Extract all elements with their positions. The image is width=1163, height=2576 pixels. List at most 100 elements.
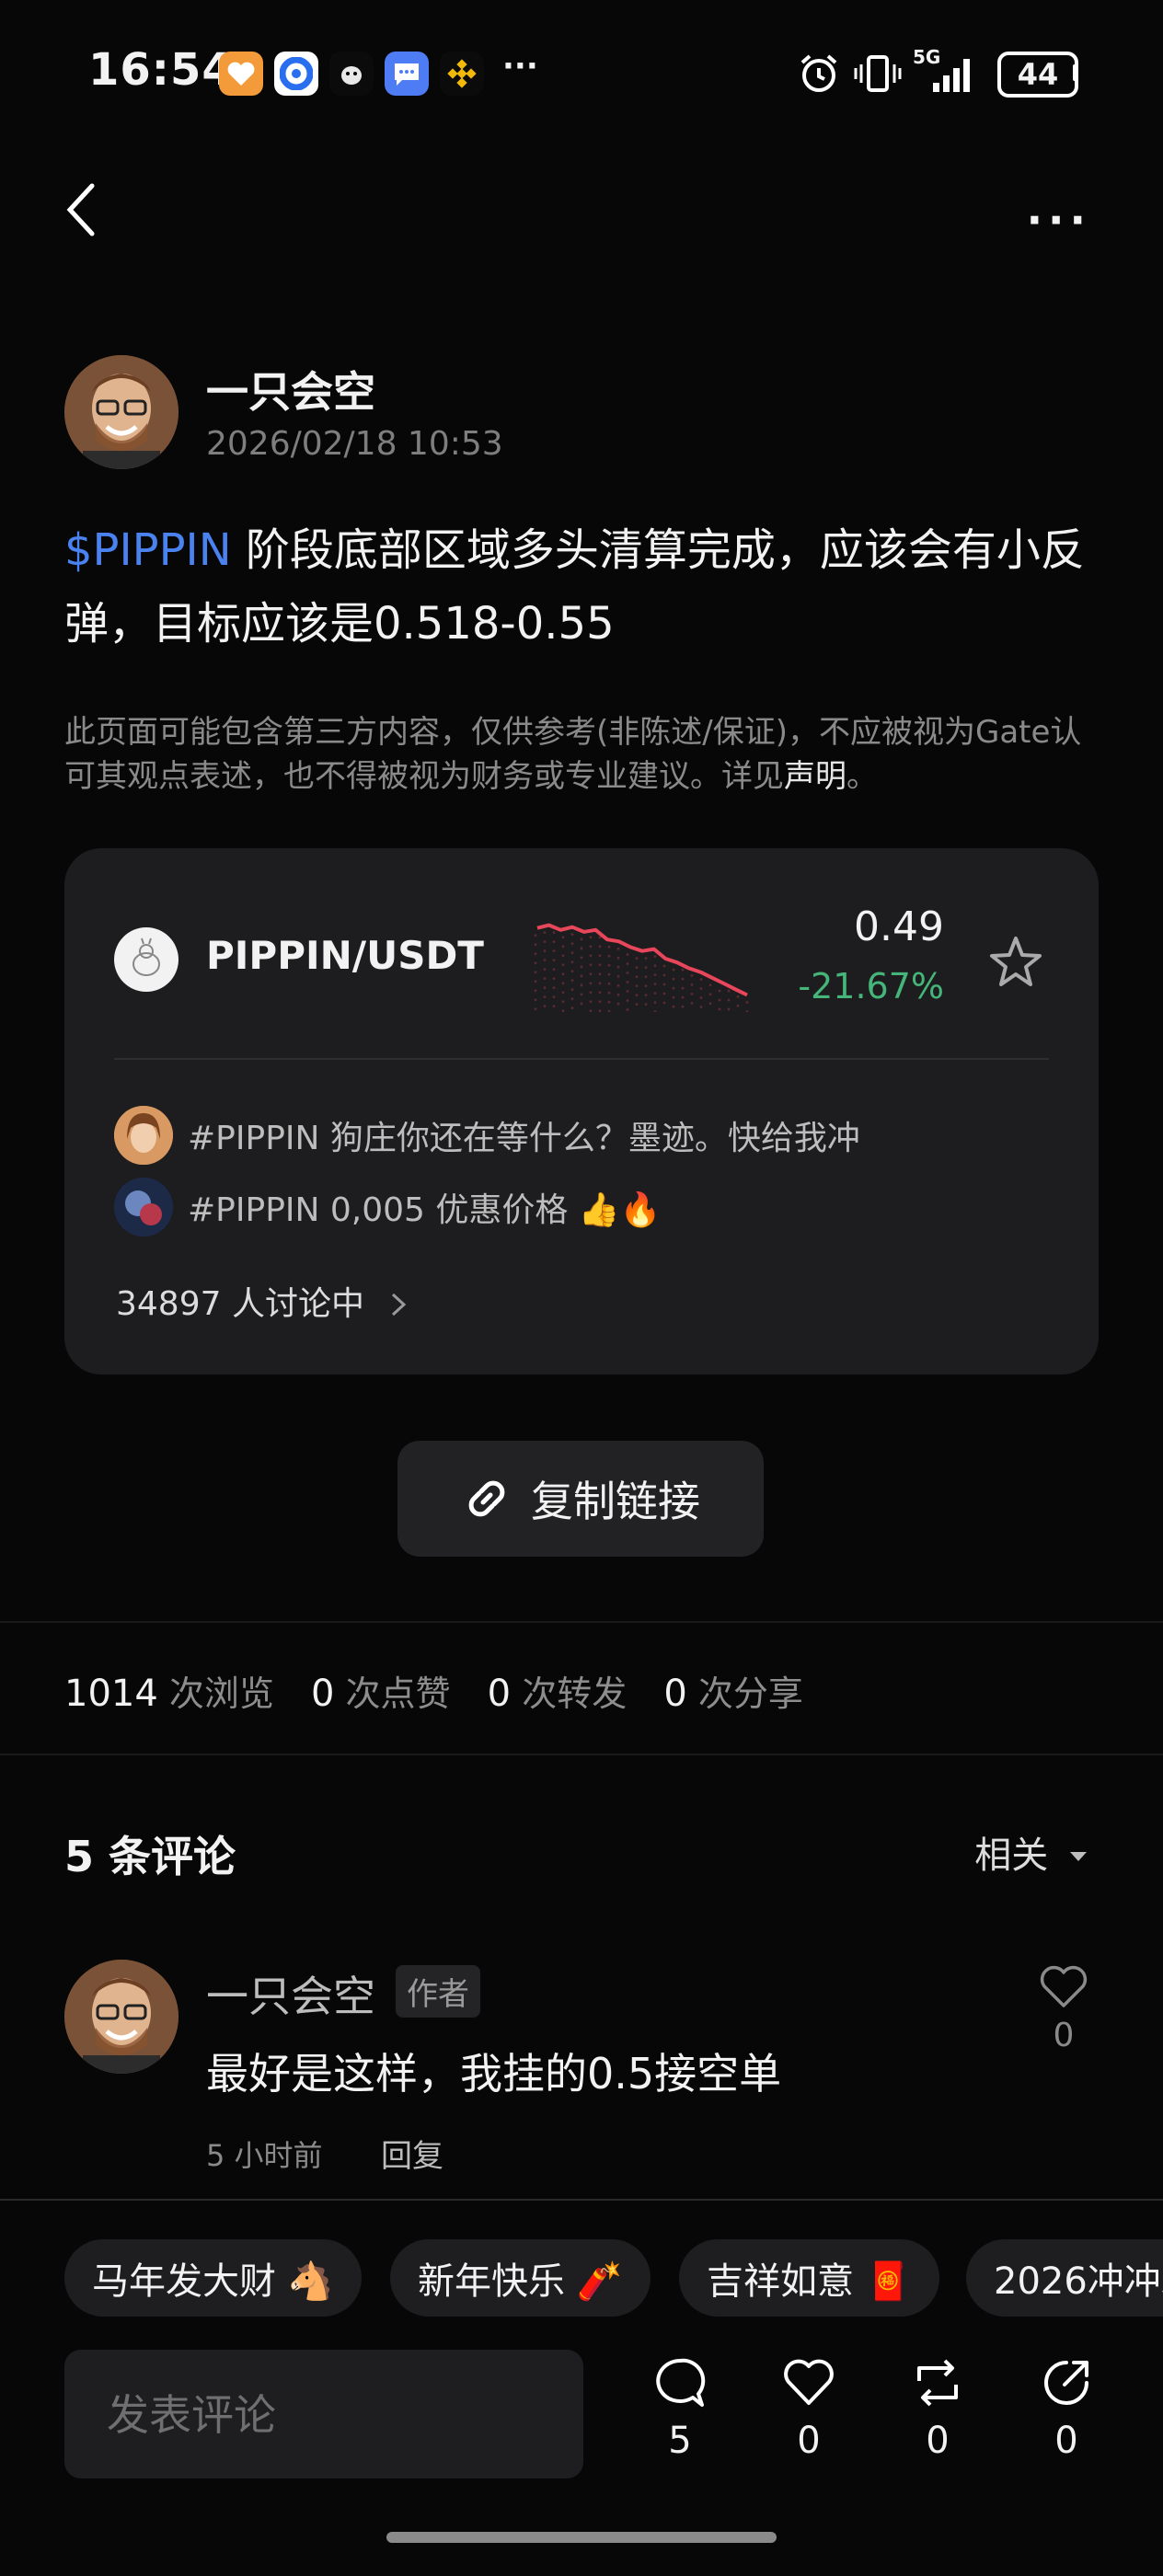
sparkline-fill-dot bbox=[534, 971, 537, 974]
sparkline-fill-dot bbox=[662, 973, 666, 977]
reposts-count: 0 bbox=[487, 1673, 512, 1715]
reply-button[interactable]: 回复 bbox=[381, 2131, 443, 2176]
section-divider bbox=[0, 1621, 1163, 1623]
sort-dropdown[interactable]: 相关 bbox=[974, 1825, 1089, 1879]
sparkline-fill-dot bbox=[552, 959, 556, 961]
sparkline-fill-dot bbox=[644, 984, 648, 988]
sparkline-fill-dot bbox=[653, 1001, 657, 1004]
sparkline-fill-dot bbox=[580, 947, 583, 950]
back-arrow-icon[interactable] bbox=[63, 180, 99, 239]
comment-avatar[interactable] bbox=[64, 1960, 178, 2074]
disclaimer: 此页面可能包含第三方内容，仅供参考(非陈述/保证)，不应被视为Gate认可其观点… bbox=[64, 710, 1095, 799]
more-options-icon[interactable]: ··· bbox=[1027, 195, 1091, 245]
sparkline-fill-dot bbox=[644, 1003, 648, 1006]
comment-input[interactable] bbox=[64, 2350, 569, 2480]
sparkline-fill-dot bbox=[561, 954, 565, 958]
copy-link-button[interactable]: 复制链接 bbox=[397, 1441, 764, 1557]
discussion-count: 34897 人讨论中 bbox=[116, 1285, 364, 1323]
quick-reply-chip[interactable]: 新年快乐 🧨 bbox=[390, 2239, 651, 2317]
battery-level: 44 bbox=[1017, 57, 1059, 92]
sparkline-fill-dot bbox=[561, 972, 565, 976]
sparkline-fill-dot bbox=[543, 995, 547, 998]
comment-time: 5 小时前 bbox=[206, 2138, 323, 2173]
sparkline-fill-dot bbox=[672, 977, 675, 981]
sparkline-fill-dot bbox=[626, 990, 629, 993]
sparkline-fill-dot bbox=[589, 954, 593, 958]
sparkline-fill-dot bbox=[607, 982, 611, 985]
sparkline-fill-dot bbox=[552, 1005, 556, 1007]
comments-title: 5 条评论 bbox=[64, 1832, 236, 1881]
price-change: -21.67% bbox=[798, 966, 944, 1006]
comment-count: 5 bbox=[668, 2420, 692, 2462]
favorite-star-icon[interactable] bbox=[986, 933, 1045, 992]
discussion-count-link[interactable]: 34897 人讨论中 bbox=[116, 1277, 409, 1325]
sparkline-fill-dot bbox=[543, 940, 547, 943]
home-indicator[interactable] bbox=[386, 2532, 777, 2543]
signal-icon bbox=[933, 59, 970, 92]
sparkline-fill-dot bbox=[745, 1001, 749, 1004]
sparkline-fill-dot bbox=[727, 989, 731, 993]
share-action[interactable]: 0 bbox=[1025, 2355, 1108, 2462]
sparkline-fill-dot bbox=[561, 963, 565, 967]
sparkline-fill-dot bbox=[672, 1005, 675, 1008]
discussion-item[interactable]: #PIPPIN 0,005 优惠价格 👍🔥 bbox=[114, 1178, 662, 1236]
discussion-avatar bbox=[114, 1178, 173, 1236]
author-name[interactable]: 一只会空 bbox=[206, 359, 375, 420]
sparkline-fill-dot bbox=[598, 972, 602, 976]
sparkline-fill-dot bbox=[699, 996, 703, 999]
pippin-coin-icon bbox=[114, 927, 178, 992]
sparkline-fill-dot bbox=[589, 991, 593, 995]
comment-text: 最好是这样，我挂的0.5接空单 bbox=[206, 2049, 782, 2099]
sparkline-fill-dot bbox=[580, 993, 583, 996]
like-action[interactable]: 0 bbox=[767, 2355, 850, 2462]
battery-icon: 44 bbox=[997, 52, 1078, 98]
sparkline-fill-dot bbox=[543, 959, 547, 961]
sparkline-fill-dot bbox=[552, 931, 556, 934]
discussion-item[interactable]: #PIPPIN 狗庄你还在等什么？墨迹。快给我冲 bbox=[114, 1106, 860, 1165]
repost-action[interactable]: 0 bbox=[896, 2355, 979, 2462]
sparkline-fill-dot bbox=[570, 1006, 574, 1010]
post-time: 2026/02/18 10:53 bbox=[206, 425, 503, 463]
share-count: 0 bbox=[1054, 2420, 1078, 2462]
sparkline-fill-dot bbox=[718, 989, 721, 993]
sparkline-fill-dot bbox=[570, 951, 574, 955]
author-avatar[interactable] bbox=[64, 355, 178, 469]
disclaimer-link[interactable]: 声明 bbox=[784, 758, 846, 795]
sparkline-fill-dot bbox=[534, 943, 537, 947]
sparkline-fill-dot bbox=[635, 966, 639, 970]
quick-reply-chip[interactable]: 2026冲冲冲 bbox=[966, 2239, 1163, 2317]
market-card[interactable]: PIPPIN/USDT 0.49 -21.67% #PIPPIN 狗庄你还在等什… bbox=[64, 848, 1099, 1374]
repost-icon bbox=[917, 2359, 958, 2407]
sparkline-fill-dot bbox=[727, 1007, 731, 1011]
likes-label: 次点赞 bbox=[345, 1673, 451, 1714]
sparkline-fill-dot bbox=[616, 983, 620, 987]
sparkline-fill-dot bbox=[662, 992, 666, 995]
comment-bubble-icon bbox=[656, 2358, 706, 2407]
sparkline-fill-dot bbox=[570, 970, 574, 973]
comments-action[interactable]: 5 bbox=[639, 2355, 721, 2462]
coin-tag-link[interactable]: $PIPPIN bbox=[64, 524, 232, 576]
sparkline-fill-dot bbox=[626, 1008, 629, 1011]
sparkline-fill-dot bbox=[616, 956, 620, 960]
quick-reply-chip[interactable]: 吉祥如意 🧧 bbox=[679, 2239, 939, 2317]
heart-app-icon bbox=[219, 52, 263, 96]
sparkline-fill-dot bbox=[607, 945, 611, 949]
sparkline-fill-dot bbox=[644, 975, 648, 979]
quick-chip-clip: 2026冲冲冲 bbox=[966, 2239, 1163, 2317]
sparkline-fill-dot bbox=[598, 963, 602, 967]
sparkline-fill-dot bbox=[543, 977, 547, 980]
repost-count: 0 bbox=[926, 2420, 950, 2462]
sparkline-fill-dot bbox=[570, 942, 574, 946]
sparkline-fill-dot bbox=[580, 937, 583, 941]
comment-like-button[interactable]: 0 bbox=[1038, 1963, 1089, 2054]
sparkline-fill-dot bbox=[616, 965, 620, 969]
sparkline-fill-dot bbox=[598, 991, 602, 995]
sparkline-fill-dot bbox=[552, 986, 556, 989]
sparkline-fill-dot bbox=[543, 986, 547, 989]
comment-input-box[interactable] bbox=[64, 2350, 583, 2480]
heart-icon bbox=[1040, 1965, 1088, 2007]
comment-author[interactable]: 一只会空 bbox=[206, 1963, 375, 2024]
sparkline-fill-dot bbox=[653, 973, 657, 976]
quick-reply-chip[interactable]: 马年发大财 🐴 bbox=[64, 2239, 362, 2317]
sparkline-fill-dot bbox=[690, 993, 694, 995]
